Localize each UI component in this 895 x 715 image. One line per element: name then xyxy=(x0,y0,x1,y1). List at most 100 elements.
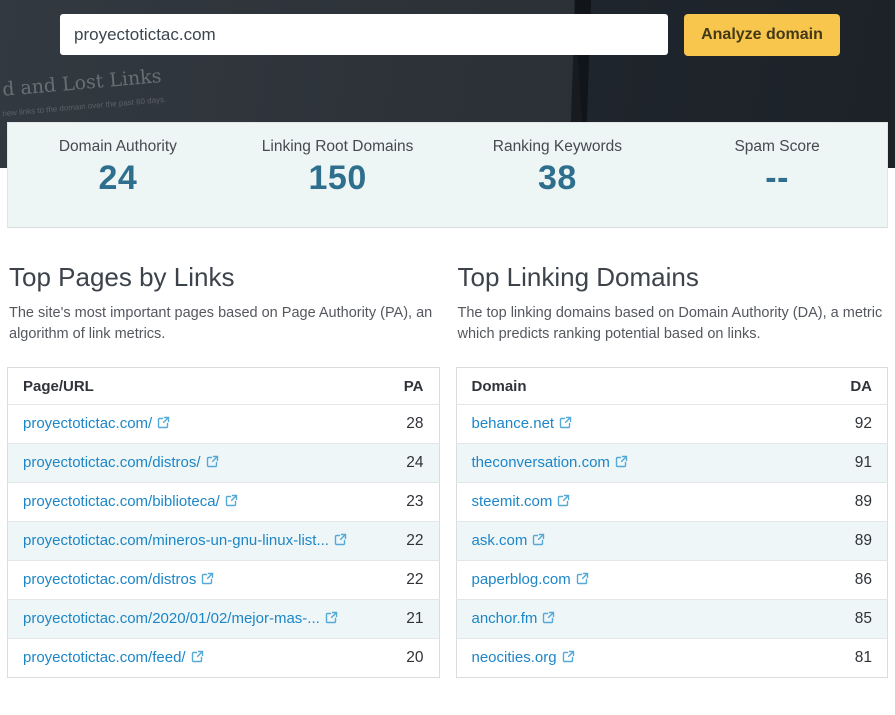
top-pages-table: Page/URL PA proyectotictac.com/ 28 proye… xyxy=(7,367,440,679)
table-row: theconversation.com 91 xyxy=(456,443,888,483)
table-row: neocities.org 81 xyxy=(456,638,888,678)
row-metric-value: 23 xyxy=(381,482,439,522)
row-metric-value: 22 xyxy=(381,560,439,600)
table-row: proyectotictac.com/biblioteca/ 23 xyxy=(7,482,439,522)
metric-item: Linking Root Domains 150 xyxy=(228,138,448,198)
row-metric-value: 85 xyxy=(829,599,888,639)
external-link-icon[interactable] xyxy=(334,533,347,546)
link-cell: ask.com xyxy=(456,521,830,561)
table-row: proyectotictac.com/distros 22 xyxy=(7,560,439,600)
row-metric-value: 92 xyxy=(829,404,888,444)
external-link-icon[interactable] xyxy=(157,416,170,429)
row-metric-value: 22 xyxy=(381,521,439,561)
link-cell: paperblog.com xyxy=(456,560,830,600)
metric-item: Domain Authority 24 xyxy=(8,138,228,198)
link-cell: proyectotictac.com/distros/ xyxy=(7,443,381,483)
row-metric-value: 28 xyxy=(381,404,439,444)
row-link[interactable]: proyectotictac.com/ xyxy=(23,415,152,432)
row-metric-value: 91 xyxy=(829,443,888,483)
link-cell: proyectotictac.com/2020/01/02/mejor-mas-… xyxy=(7,599,381,639)
external-link-icon[interactable] xyxy=(225,494,238,507)
top-linking-domains-section: Top Linking Domains The top linking doma… xyxy=(455,262,888,679)
row-link[interactable]: proyectotictac.com/2020/01/02/mejor-mas-… xyxy=(23,610,320,627)
row-metric-value: 89 xyxy=(829,521,888,561)
metrics-summary-card: Domain Authority 24 Linking Root Domains… xyxy=(7,122,888,228)
table-row: proyectotictac.com/2020/01/02/mejor-mas-… xyxy=(7,599,439,639)
analyze-domain-button[interactable]: Analyze domain xyxy=(684,14,840,56)
top-pages-description: The site's most important pages based on… xyxy=(9,305,433,343)
top-pages-section: Top Pages by Links The site's most impor… xyxy=(7,262,440,679)
external-link-icon[interactable] xyxy=(615,455,628,468)
table-header-row: Page/URL PA xyxy=(8,368,440,405)
row-link[interactable]: behance.net xyxy=(472,415,555,432)
table-row: proyectotictac.com/feed/ 20 xyxy=(7,638,439,678)
row-link[interactable]: paperblog.com xyxy=(472,571,571,588)
row-metric-value: 24 xyxy=(381,443,439,483)
external-link-icon[interactable] xyxy=(191,650,204,663)
table-row: steemit.com 89 xyxy=(456,482,888,522)
column-header-pa: PA xyxy=(403,378,424,396)
external-link-icon[interactable] xyxy=(532,533,545,546)
link-cell: proyectotictac.com/biblioteca/ xyxy=(7,482,381,522)
domain-search-input[interactable] xyxy=(60,14,668,55)
row-link[interactable]: proyectotictac.com/distros/ xyxy=(23,454,201,471)
external-link-icon[interactable] xyxy=(562,650,575,663)
row-metric-value: 81 xyxy=(829,638,888,678)
metric-item: Spam Score -- xyxy=(667,138,887,198)
row-metric-value: 21 xyxy=(381,599,439,639)
table-row: behance.net 92 xyxy=(456,404,888,444)
row-metric-value: 20 xyxy=(381,638,439,678)
link-cell: steemit.com xyxy=(456,482,830,522)
table-row: paperblog.com 86 xyxy=(456,560,888,600)
link-cell: behance.net xyxy=(456,404,830,444)
metric-label: Domain Authority xyxy=(58,138,177,155)
metric-value: 38 xyxy=(537,159,577,197)
metric-value: 24 xyxy=(98,159,138,197)
top-linking-domains-description: The top linking domains based on Domain … xyxy=(457,305,883,343)
row-metric-value: 89 xyxy=(829,482,888,522)
row-link[interactable]: proyectotictac.com/mineros-un-gnu-linux-… xyxy=(23,532,329,549)
external-link-icon[interactable] xyxy=(325,611,338,624)
link-cell: proyectotictac.com/feed/ xyxy=(7,638,381,678)
metric-item: Ranking Keywords 38 xyxy=(448,138,668,198)
link-cell: proyectotictac.com/mineros-un-gnu-linux-… xyxy=(7,521,381,561)
row-link[interactable]: anchor.fm xyxy=(472,610,538,627)
top-linking-domains-table: Domain DA behance.net 92 theconversation… xyxy=(455,367,888,679)
top-linking-domains-title: Top Linking Domains xyxy=(457,262,699,292)
table-row: anchor.fm 85 xyxy=(456,599,888,639)
content-columns: Top Pages by Links The site's most impor… xyxy=(7,262,888,679)
link-cell: proyectotictac.com/ xyxy=(7,404,381,444)
link-cell: anchor.fm xyxy=(456,599,830,639)
external-link-icon[interactable] xyxy=(576,572,589,585)
external-link-icon[interactable] xyxy=(557,494,570,507)
domain-search-bar: Analyze domain xyxy=(60,14,840,56)
table-row: proyectotictac.com/distros/ 24 xyxy=(7,443,439,483)
table-row: ask.com 89 xyxy=(456,521,888,561)
table-row: proyectotictac.com/ 28 xyxy=(7,404,439,444)
external-link-icon[interactable] xyxy=(542,611,555,624)
metric-label: Ranking Keywords xyxy=(492,138,622,155)
top-pages-title: Top Pages by Links xyxy=(9,262,235,292)
link-cell: theconversation.com xyxy=(456,443,830,483)
row-link[interactable]: neocities.org xyxy=(472,649,557,666)
row-link[interactable]: proyectotictac.com/distros xyxy=(23,571,196,588)
link-cell: neocities.org xyxy=(456,638,830,678)
metric-label: Spam Score xyxy=(734,138,820,155)
external-link-icon[interactable] xyxy=(559,416,572,429)
row-link[interactable]: ask.com xyxy=(472,532,528,549)
table-row: proyectotictac.com/mineros-un-gnu-linux-… xyxy=(7,521,439,561)
row-metric-value: 86 xyxy=(829,560,888,600)
column-header-da: DA xyxy=(850,378,872,396)
row-link[interactable]: proyectotictac.com/biblioteca/ xyxy=(23,493,220,510)
external-link-icon[interactable] xyxy=(206,455,219,468)
metric-value: -- xyxy=(765,159,789,197)
row-link[interactable]: theconversation.com xyxy=(472,454,610,471)
column-header-domain: Domain xyxy=(471,378,527,396)
external-link-icon[interactable] xyxy=(201,572,214,585)
column-header-page-url: Page/URL xyxy=(23,378,94,396)
metric-value: 150 xyxy=(308,159,367,197)
row-link[interactable]: proyectotictac.com/feed/ xyxy=(23,649,186,666)
table-header-row: Domain DA xyxy=(456,368,888,405)
row-link[interactable]: steemit.com xyxy=(472,493,553,510)
metric-label: Linking Root Domains xyxy=(261,138,414,155)
